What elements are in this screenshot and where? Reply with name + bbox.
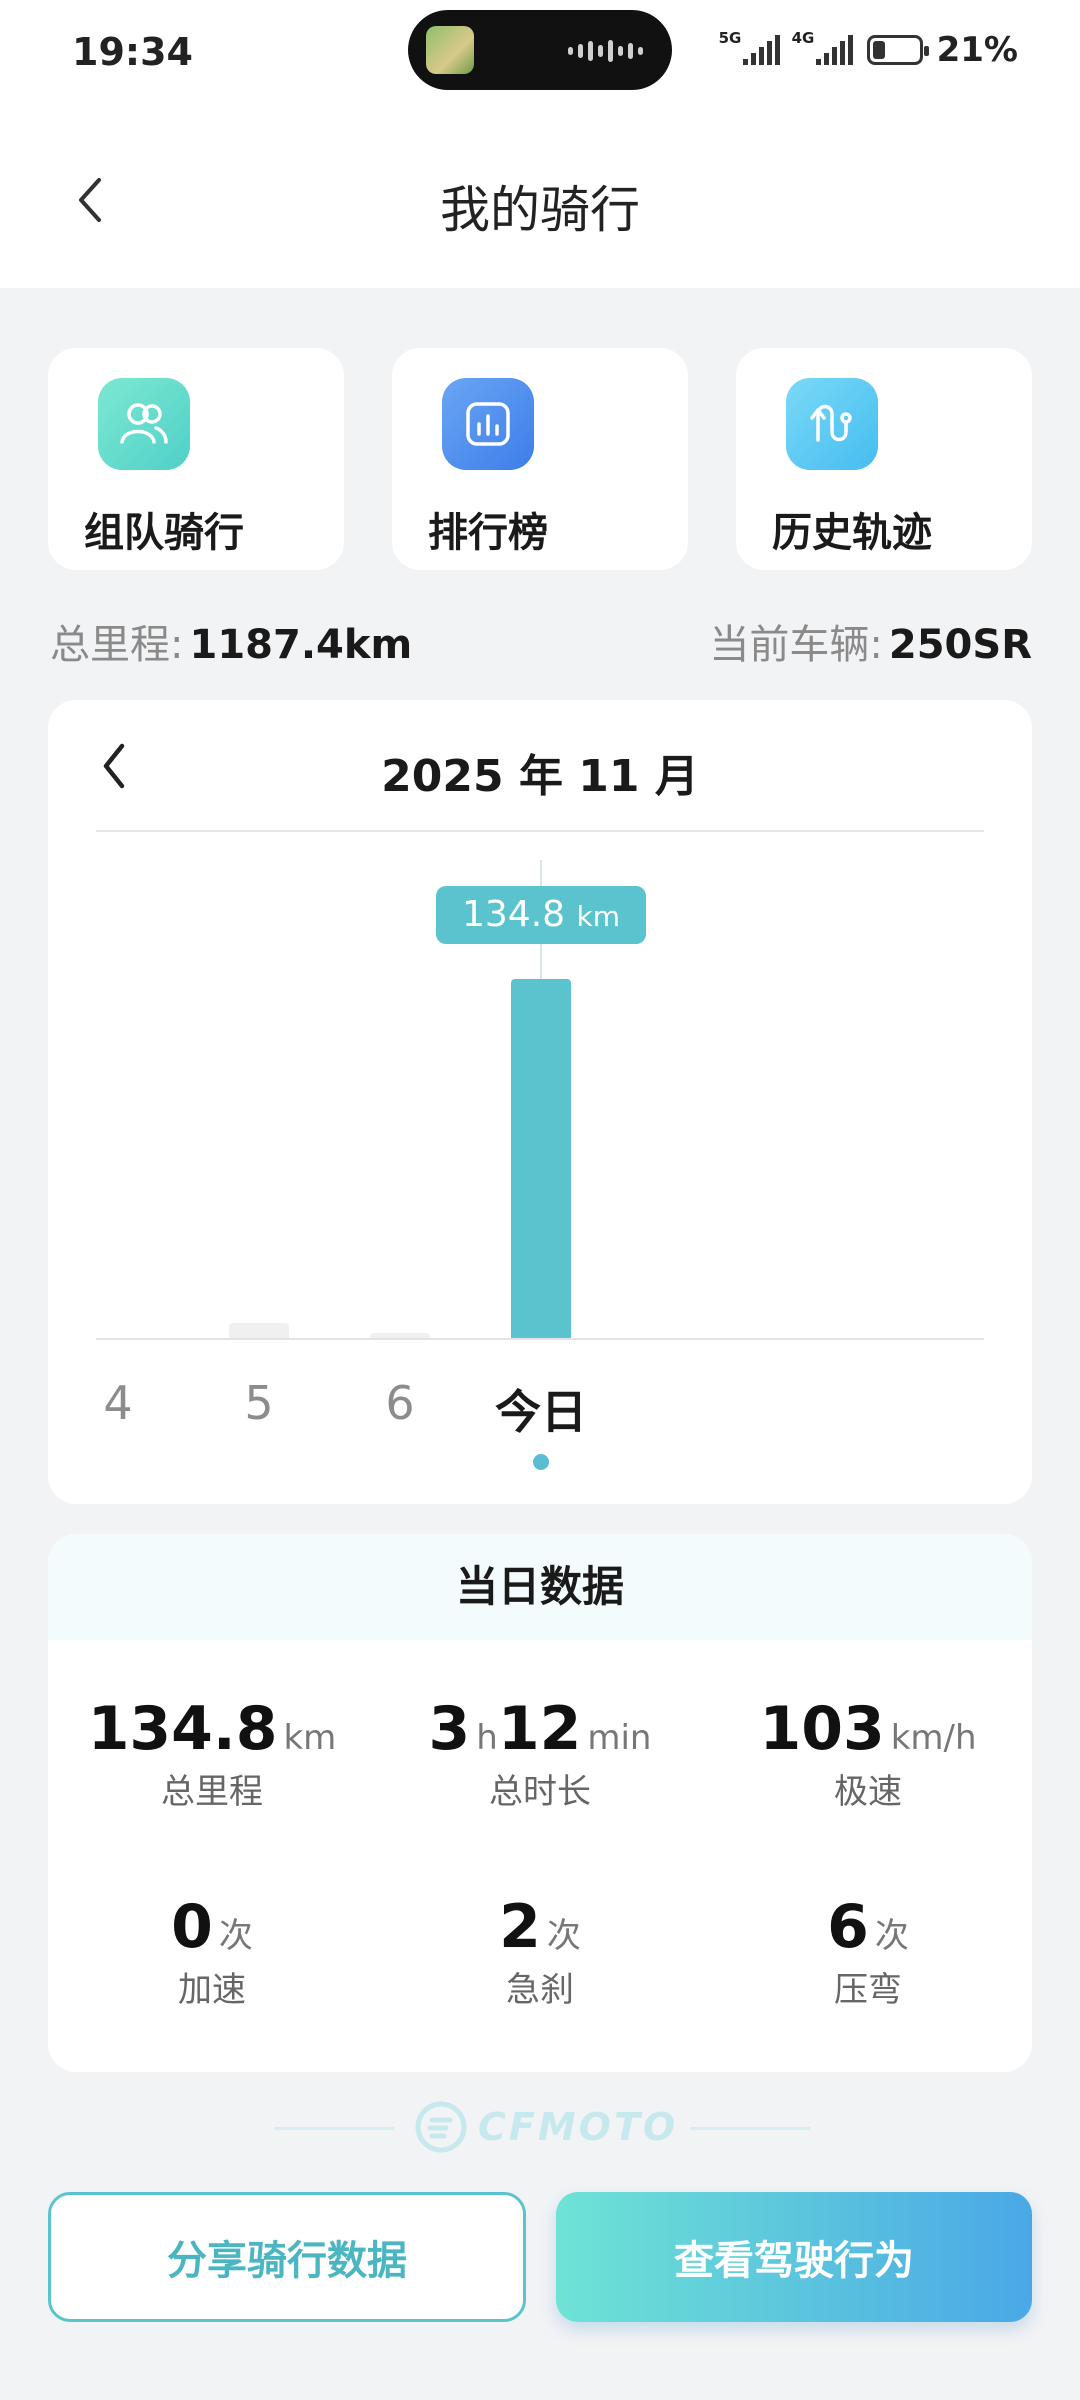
team-ride-label: 组队骑行 [84, 510, 244, 556]
stat-distance-unit: km [283, 1718, 337, 1758]
brand-logo: CFMOTO [414, 2100, 678, 2154]
stat-acceleration-label: 加速 [178, 1970, 246, 2010]
page-title: 我的骑行 [440, 181, 640, 239]
chart-selected-dot [533, 1454, 549, 1470]
daily-data-card: 当日数据 134.8 km 总里程 3 h12 min 总时长 103 km/h 极速 … [48, 1534, 1032, 2072]
chart-divider [96, 830, 984, 832]
battery-level: 21% [936, 30, 1018, 70]
stat-hard-braking: 2次 急刹 [376, 1892, 704, 2011]
chart-tooltip-unit: km [576, 900, 621, 933]
status-time: 19:34 [72, 30, 193, 74]
chart-x-label-0[interactable]: 4 [103, 1376, 132, 1430]
total-mileage: 总里程: 1187.4km [50, 612, 412, 670]
track-history-card[interactable]: 历史轨迹 [736, 348, 1032, 570]
brand-name: CFMOTO [478, 2105, 679, 2149]
stat-hard-braking-unit: 次 [546, 1916, 581, 1956]
stat-cornering-value: 6 [827, 1892, 869, 1962]
chart-x-label-1[interactable]: 5 [244, 1376, 273, 1430]
stat-top-speed-value: 103 [759, 1694, 885, 1764]
status-indicators: 5G 4G 21% [719, 29, 1018, 70]
media-thumbnail [426, 26, 474, 74]
chart-area[interactable]: 4 5 6 今日 134.8 km [96, 840, 984, 1470]
share-ride-data-button[interactable]: 分享骑行数据 [48, 2192, 526, 2322]
audio-wave-icon [568, 40, 648, 62]
stat-acceleration-value: 0 [171, 1892, 213, 1962]
signal-5g-icon: 5G [719, 29, 780, 65]
chart-x-label-2[interactable]: 6 [385, 1376, 414, 1430]
stat-distance-value: 134.8 [87, 1694, 278, 1764]
stat-top-speed: 103 km/h 极速 [704, 1694, 1032, 1813]
current-vehicle-label: 当前车辆: [709, 622, 883, 668]
signal-4g-icon: 4G [792, 29, 853, 65]
chart-tooltip-value: 134.8 [461, 894, 577, 935]
stat-distance: 134.8 km 总里程 [48, 1694, 376, 1813]
stat-acceleration: 0次 加速 [48, 1892, 376, 2011]
leaderboard-label: 排行榜 [428, 510, 548, 556]
stat-top-speed-unit: km/h [890, 1718, 977, 1758]
stat-distance-label: 总里程 [161, 1772, 263, 1812]
stat-cornering-label: 压弯 [834, 1970, 902, 2010]
chart-bar-3[interactable] [511, 978, 571, 1338]
track-history-icon [786, 378, 878, 470]
stat-top-speed-label: 极速 [834, 1772, 902, 1812]
leaderboard-card[interactable]: 排行榜 [392, 348, 688, 570]
divider-line-left [274, 2127, 394, 2130]
track-history-label: 历史轨迹 [772, 510, 932, 556]
stat-duration-label: 总时长 [489, 1772, 591, 1812]
stat-cornering: 6次 压弯 [704, 1892, 1032, 2011]
nav-bar: 我的骑行 [0, 110, 1080, 288]
divider-line-right [690, 2127, 810, 2130]
current-vehicle-value: 250SR [888, 622, 1032, 668]
view-driving-behavior-button[interactable]: 查看驾驶行为 [556, 2192, 1032, 2322]
daily-data-title: 当日数据 [48, 1534, 1032, 1640]
cfmoto-logo-icon [415, 2101, 467, 2153]
stat-duration-hours-unit: h [476, 1718, 498, 1758]
monthly-chart-card: 2025 年 11 月 4 5 6 今日 134.8 km [48, 700, 1032, 1504]
chart-baseline [96, 1338, 984, 1340]
chart-bar-1[interactable] [229, 1323, 289, 1338]
dynamic-island[interactable] [408, 10, 672, 90]
team-ride-card[interactable]: 组队骑行 [48, 348, 344, 570]
stat-hard-braking-label: 急刹 [506, 1970, 574, 2010]
current-vehicle[interactable]: 当前车辆: 250SR [709, 612, 1032, 670]
stat-duration-minutes-unit: min [587, 1718, 652, 1758]
status-bar: 19:34 5G 4G 21% [0, 0, 1080, 110]
stat-cornering-unit: 次 [874, 1916, 909, 1956]
stat-acceleration-unit: 次 [218, 1916, 253, 1956]
stat-duration: 3 h12 min 总时长 [376, 1694, 704, 1813]
leaderboard-icon [442, 378, 534, 470]
chart-x-label-3[interactable]: 今日 [495, 1376, 587, 1442]
stat-duration-minutes: 12 [497, 1694, 582, 1764]
total-mileage-label: 总里程: [50, 622, 184, 668]
chart-bar-2[interactable] [370, 1332, 430, 1338]
battery-icon [866, 35, 929, 65]
brand-divider: CFMOTO [0, 2096, 1080, 2160]
total-mileage-value: 1187.4km [189, 622, 413, 668]
chart-tooltip: 134.8 km [435, 886, 647, 944]
team-ride-icon [98, 378, 190, 470]
stat-hard-braking-value: 2 [499, 1892, 541, 1962]
chart-title: 2025 年 11 月 [381, 751, 699, 802]
stat-duration-hours: 3 [428, 1694, 471, 1764]
